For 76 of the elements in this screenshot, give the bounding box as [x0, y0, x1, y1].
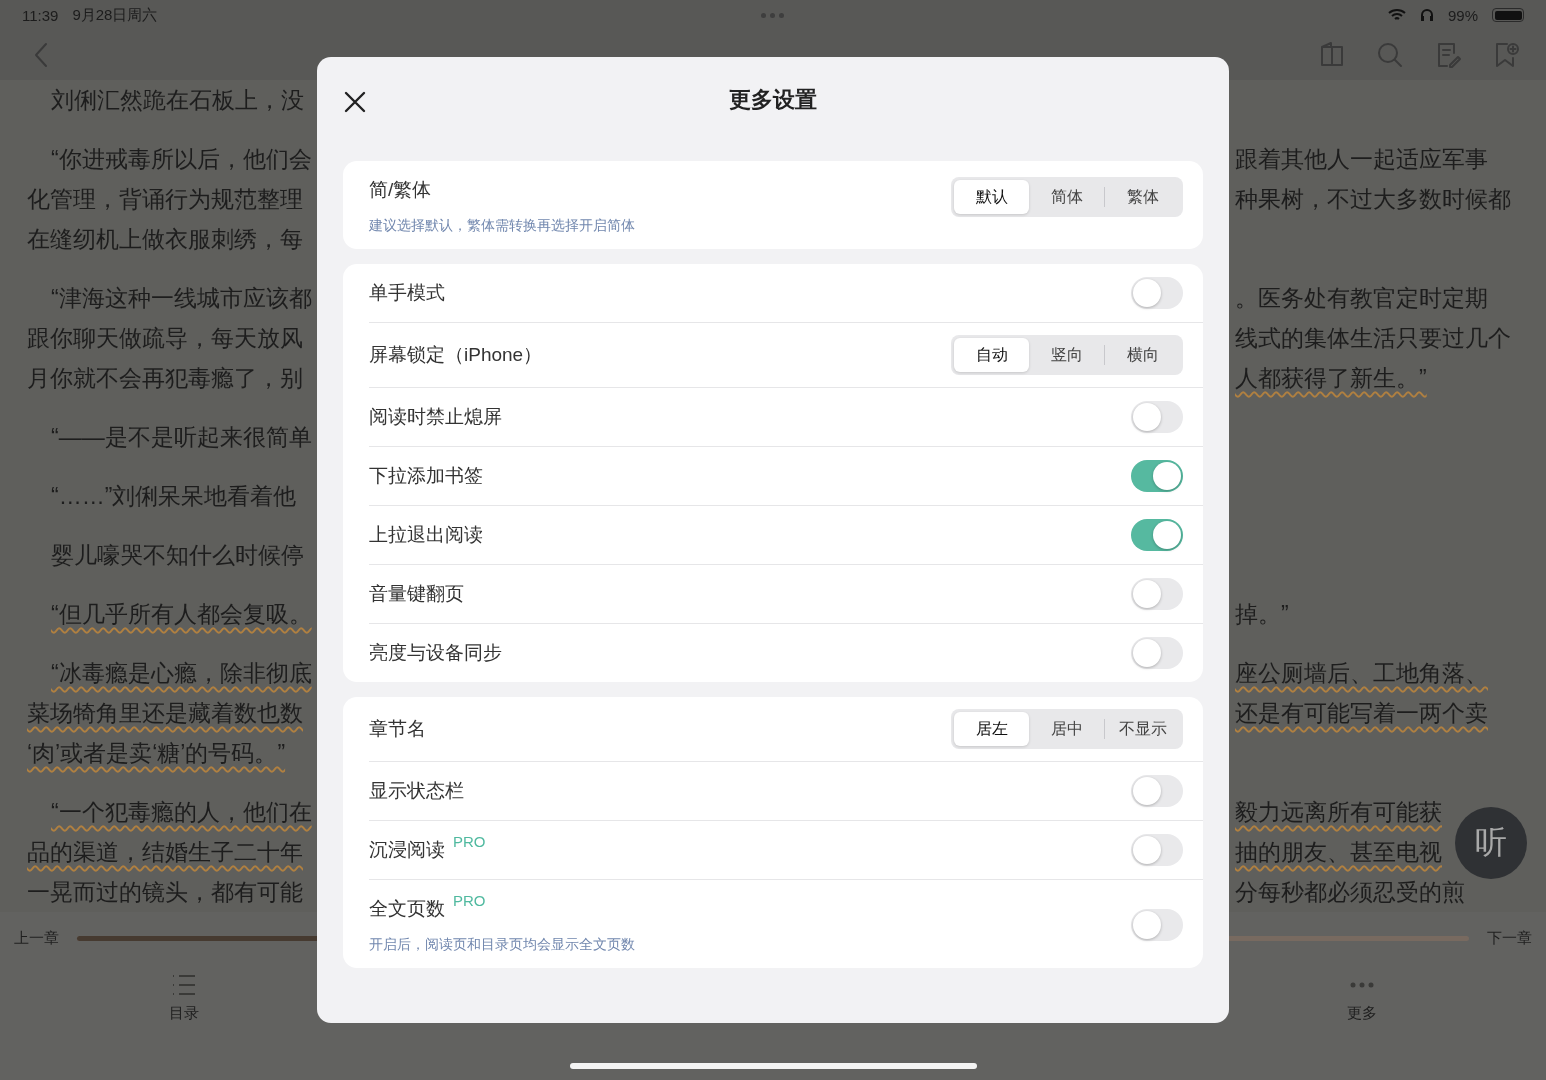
book-text-line: 跟你聊天做疏导，每天放风	[27, 324, 303, 353]
setting-label: 简/繁体	[369, 178, 432, 202]
book-text-line: 婴儿嚎哭不知什么时候停	[51, 541, 304, 570]
book-text-line: “你进戒毒所以后，他们会	[51, 145, 312, 174]
book-text-line: “——是不是听起来很简单	[51, 423, 312, 452]
pro-label: PRO	[453, 833, 486, 850]
more-icon	[1349, 982, 1375, 988]
segment-option[interactable]: 居左	[954, 712, 1029, 746]
book-text-line: 还是有可能写着一两个卖	[1235, 699, 1488, 728]
listen-button[interactable]: 听	[1455, 807, 1527, 879]
book-text-line: 线式的集体生活只要过几个	[1235, 324, 1511, 353]
toggle-switch[interactable]	[1131, 637, 1183, 669]
book-text-line: 人都获得了新生。”	[1235, 364, 1427, 393]
book-text-line: 品的渠道，结婚生子二十年	[27, 838, 303, 867]
book-text-line: 座公厕墙后、工地角落、	[1235, 659, 1488, 688]
setting-label: 全文页数	[369, 897, 445, 921]
toggle-switch[interactable]	[1131, 909, 1183, 941]
setting-label: 单手模式	[369, 281, 445, 305]
book-text-line: 月你就不会再犯毒瘾了，别	[27, 364, 303, 393]
segment-option[interactable]: 竖向	[1029, 338, 1104, 372]
toggle-switch[interactable]	[1131, 834, 1183, 866]
book-text-line: 掉。”	[1235, 600, 1289, 629]
toggle-switch[interactable]	[1131, 578, 1183, 610]
book-text-line: “但几乎所有人都会复吸。	[51, 600, 312, 629]
book-text-line: “冰毒瘾是心瘾，除非彻底	[51, 659, 312, 688]
toggle-switch[interactable]	[1131, 519, 1183, 551]
setting-label: 下拉添加书签	[369, 464, 483, 488]
dialog-title: 更多设置	[729, 86, 817, 114]
battery-icon	[1492, 8, 1524, 22]
search-icon[interactable]	[1376, 41, 1404, 69]
book-text-line: 一晃而过的镜头，都有可能	[27, 878, 303, 907]
setting-label: 章节名	[369, 717, 426, 741]
book-text-line: 跟着其他人一起适应军事	[1235, 145, 1488, 174]
segment-option[interactable]: 默认	[954, 180, 1029, 214]
toggle-switch[interactable]	[1131, 277, 1183, 309]
segment-option[interactable]: 自动	[954, 338, 1029, 372]
book-text-line: 种果树，不过大多数时候都	[1235, 185, 1511, 214]
book-text-line: 抽的朋友、甚至电视	[1235, 838, 1442, 867]
setting-label: 上拉退出阅读	[369, 523, 483, 547]
headphones-icon	[1419, 8, 1434, 22]
book-text-line: 在缝纫机上做衣服刺绣，每	[27, 225, 303, 254]
book-text-line: “……”刘俐呆呆地看着他	[51, 482, 297, 511]
segment-option[interactable]: 繁体	[1104, 187, 1180, 207]
setting-label: 显示状态栏	[369, 779, 464, 803]
book-text-line: 。医务处有教官定时定期	[1235, 284, 1488, 313]
setting-label: 阅读时禁止熄屏	[369, 405, 502, 429]
book-text-line: ‘肉’或者是卖‘糖’的号码。”	[27, 739, 286, 768]
toggle-switch[interactable]	[1131, 401, 1183, 433]
book-text-line: “津海这种一线城市应该都	[51, 284, 312, 313]
book-text-line: 菜场犄角里还是藏着数也数	[27, 699, 303, 728]
setting-label: 沉浸阅读	[369, 838, 445, 862]
multitasking-dots-icon[interactable]	[761, 12, 785, 18]
segment-option[interactable]: 居中	[1029, 712, 1104, 746]
book-icon[interactable]	[1318, 41, 1346, 69]
setting-label: 亮度与设备同步	[369, 641, 502, 665]
segment-option[interactable]: 不显示	[1104, 719, 1180, 739]
segment-option[interactable]: 简体	[1029, 180, 1104, 214]
status-date: 9月28日周六	[72, 5, 158, 25]
book-text-line: “一个犯毒瘾的人，他们在	[51, 798, 312, 827]
book-text-line: 毅力远离所有可能获	[1235, 798, 1442, 827]
book-text-line: 刘俐汇然跪在石板上，没	[51, 86, 304, 115]
close-icon[interactable]	[343, 90, 367, 114]
list-icon	[171, 974, 197, 996]
battery-percent: 99%	[1447, 6, 1478, 24]
wifi-icon	[1387, 8, 1406, 22]
setting-hint: 建议选择默认，繁体需转换再选择开启简体	[369, 217, 636, 235]
status-time: 11:39	[22, 6, 59, 24]
book-text-line: 分每秒都必须忍受的煎	[1235, 878, 1465, 907]
book-text-line: 化管理，背诵行为规范整理	[27, 185, 303, 214]
toggle-switch[interactable]	[1131, 775, 1183, 807]
setting-hint: 开启后，阅读页和目录页均会显示全文页数	[369, 936, 636, 954]
segment-option[interactable]: 横向	[1104, 345, 1180, 365]
pro-label: PRO	[453, 892, 486, 909]
setting-label: 音量键翻页	[369, 582, 464, 606]
toggle-switch[interactable]	[1131, 460, 1183, 492]
setting-label: 屏幕锁定（iPhone）	[369, 343, 543, 367]
